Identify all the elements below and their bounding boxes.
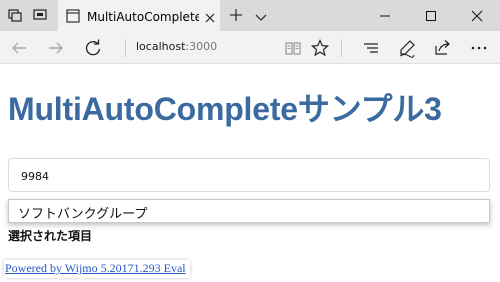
maximize-icon [426, 11, 436, 21]
selected-items-label: 選択された項目 [8, 229, 93, 243]
maximize-button[interactable] [408, 0, 454, 31]
url-port: :3000 [185, 40, 218, 53]
page-title: MultiAutoCompleteサンプル3 [8, 91, 442, 127]
minimize-icon [380, 15, 390, 17]
address-separator [125, 39, 126, 57]
close-tab-icon[interactable] [204, 9, 216, 23]
close-icon [471, 10, 483, 22]
plus-icon[interactable] [228, 7, 244, 23]
book-icon[interactable] [283, 38, 303, 58]
address-bar[interactable]: localhost:3000 [136, 40, 217, 53]
page-favicon-icon [66, 8, 80, 23]
refresh-icon[interactable] [83, 38, 103, 58]
wijmo-eval-link[interactable]: Powered by Wijmo 5.20171.293 Eval [4, 260, 190, 278]
close-window-button[interactable] [454, 0, 500, 31]
hub-icon[interactable] [361, 38, 381, 58]
suggestion-dropdown: ソフトバンクグループ [8, 199, 490, 223]
tabs-aside-icon[interactable] [6, 6, 24, 24]
minimize-button[interactable] [362, 0, 408, 31]
multi-autocomplete[interactable] [8, 158, 490, 192]
pen-icon[interactable] [397, 38, 417, 58]
url-host: localhost [136, 40, 186, 53]
active-tab[interactable]: MultiAutoCompleteサンプ [58, 0, 220, 31]
tab-title: MultiAutoCompleteサンプ [87, 10, 199, 24]
more-icon[interactable] [469, 38, 489, 58]
tab-preview-icon[interactable] [31, 6, 49, 24]
back-arrow-icon[interactable] [9, 38, 29, 58]
share-icon[interactable] [433, 38, 453, 58]
browser-tab-bar: MultiAutoCompleteサンプ [0, 0, 500, 31]
suggestion-item[interactable]: ソフトバンクグループ [18, 203, 147, 222]
star-icon[interactable] [310, 38, 330, 58]
forward-arrow-icon[interactable] [46, 38, 66, 58]
page-content: MultiAutoCompleteサンプル3 ソフトバンクグループ 選択された項… [0, 64, 500, 282]
autocomplete-input[interactable] [21, 167, 461, 185]
browser-nav-bar: localhost:3000 [0, 31, 500, 64]
chevron-down-icon[interactable] [254, 9, 268, 21]
toolbar-separator [341, 39, 342, 57]
